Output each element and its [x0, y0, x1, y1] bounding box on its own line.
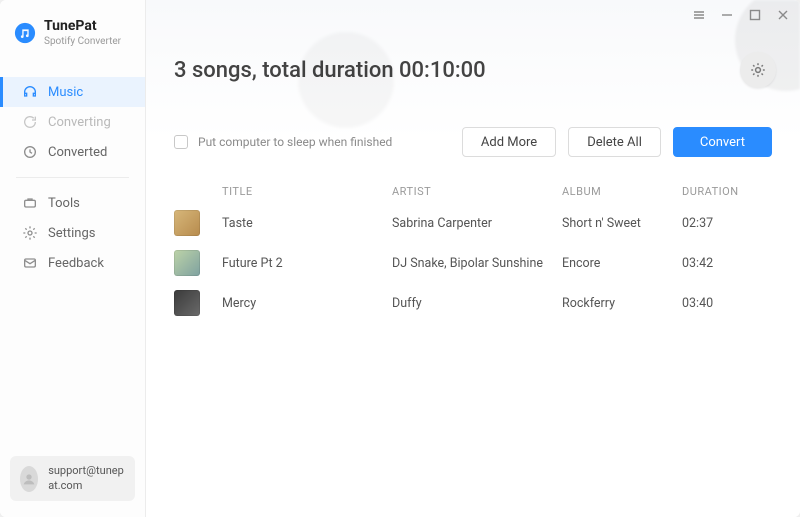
album-art-icon: [174, 210, 200, 236]
album-art-icon: [174, 290, 200, 316]
table-row[interactable]: Future Pt 2 DJ Snake, Bipolar Sunshine E…: [174, 243, 772, 283]
table-header: TITLE ARTIST ALBUM DURATION: [174, 179, 772, 203]
gear-icon: [22, 225, 38, 241]
col-artist: ARTIST: [392, 185, 562, 198]
sidebar-item-converted[interactable]: Converted: [0, 137, 145, 167]
table-row[interactable]: Taste Sabrina Carpenter Short n' Sweet 0…: [174, 203, 772, 243]
toolbox-icon: [22, 195, 38, 211]
sidebar-item-converting[interactable]: Converting: [0, 107, 145, 137]
album-art-icon: [174, 250, 200, 276]
sidebar-item-label: Settings: [48, 226, 95, 241]
cell-artist: Duffy: [392, 296, 562, 311]
cell-artist: DJ Snake, Bipolar Sunshine: [392, 256, 562, 271]
cell-title: Mercy: [222, 296, 392, 311]
cell-album: Rockferry: [562, 296, 682, 311]
col-album: ALBUM: [562, 185, 682, 198]
sidebar-item-label: Tools: [48, 196, 80, 211]
gear-icon: [749, 61, 767, 79]
col-duration: DURATION: [682, 185, 772, 198]
minimize-button[interactable]: [720, 8, 734, 22]
app-logo-icon: [14, 22, 36, 44]
mail-icon: [22, 255, 38, 271]
settings-fab[interactable]: [740, 52, 776, 88]
refresh-icon: [22, 114, 38, 130]
sleep-checkbox-label: Put computer to sleep when finished: [198, 135, 392, 149]
sidebar-item-settings[interactable]: Settings: [0, 218, 145, 248]
button-label: Add More: [481, 135, 537, 150]
cell-album: Short n' Sweet: [562, 216, 682, 231]
add-more-button[interactable]: Add More: [462, 127, 556, 157]
avatar-icon: [20, 466, 38, 492]
sidebar-item-label: Feedback: [48, 256, 104, 271]
button-label: Delete All: [587, 135, 642, 150]
cell-album: Encore: [562, 256, 682, 271]
col-title: TITLE: [222, 185, 392, 198]
sidebar-item-label: Converted: [48, 145, 107, 160]
page-title: 3 songs, total duration 00:10:00: [174, 58, 800, 83]
brand: TunePat Spotify Converter: [0, 0, 145, 53]
sidebar-item-tools[interactable]: Tools: [0, 188, 145, 218]
sidebar: TunePat Spotify Converter Music Converti…: [0, 0, 146, 517]
main-panel: 3 songs, total duration 00:10:00 Put com…: [146, 0, 800, 517]
button-label: Convert: [700, 135, 745, 150]
sidebar-item-label: Music: [48, 85, 83, 100]
cell-title: Future Pt 2: [222, 256, 392, 271]
clock-icon: [22, 144, 38, 160]
window-controls: [692, 8, 790, 22]
cell-duration: 02:37: [682, 216, 772, 231]
cell-duration: 03:42: [682, 256, 772, 271]
cell-artist: Sabrina Carpenter: [392, 216, 562, 231]
delete-all-button[interactable]: Delete All: [568, 127, 661, 157]
sleep-checkbox-row[interactable]: Put computer to sleep when finished: [174, 135, 392, 149]
sidebar-item-music[interactable]: Music: [0, 77, 145, 107]
convert-button[interactable]: Convert: [673, 127, 772, 157]
actions-row: Put computer to sleep when finished Add …: [174, 127, 772, 157]
headphones-icon: [22, 84, 38, 100]
brand-name: TunePat: [44, 18, 121, 34]
menu-icon[interactable]: [692, 8, 706, 22]
cell-title: Taste: [222, 216, 392, 231]
support-email: support@tunepat.com: [48, 464, 125, 493]
sidebar-item-label: Converting: [48, 115, 111, 130]
support-card[interactable]: support@tunepat.com: [10, 456, 135, 501]
sidebar-item-feedback[interactable]: Feedback: [0, 248, 145, 278]
sidebar-divider: [16, 177, 129, 178]
cell-duration: 03:40: [682, 296, 772, 311]
sidebar-nav: Music Converting Converted Tools: [0, 77, 145, 278]
maximize-button[interactable]: [748, 8, 762, 22]
checkbox-icon[interactable]: [174, 135, 188, 149]
close-button[interactable]: [776, 8, 790, 22]
songs-table: TITLE ARTIST ALBUM DURATION Taste Sabrin…: [174, 179, 772, 323]
table-row[interactable]: Mercy Duffy Rockferry 03:40: [174, 283, 772, 323]
brand-subtitle: Spotify Converter: [44, 36, 121, 47]
app-window: TunePat Spotify Converter Music Converti…: [0, 0, 800, 517]
